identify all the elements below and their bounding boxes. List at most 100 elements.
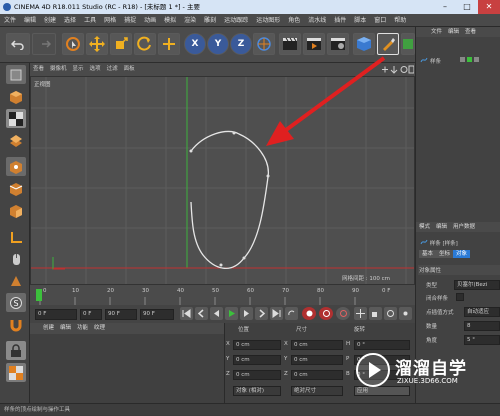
- object-manager-menu: 文件 编辑 查看: [416, 27, 500, 37]
- watermark-title: 溜溜自学: [395, 359, 467, 379]
- tick-60: 60: [247, 288, 254, 294]
- record-icon: [306, 310, 312, 317]
- attr-type-label: 类型: [426, 283, 438, 289]
- parameter-key-button[interactable]: [399, 307, 412, 320]
- material-manager: 创建 编辑 功能 纹理: [30, 323, 225, 403]
- previous-key-button[interactable]: [195, 307, 208, 320]
- spline-icon: [420, 57, 428, 63]
- position-x-field[interactable]: 0 cm: [233, 340, 281, 350]
- transport-controls: 0 F 0 F 90 F 90 F: [30, 305, 415, 323]
- playhead: [36, 289, 42, 301]
- next-frame-icon: [244, 310, 249, 317]
- position-key-button[interactable]: [354, 307, 367, 320]
- next-key-button[interactable]: [255, 307, 268, 320]
- timeline-ruler[interactable]: 0 10 20 30 40 50 60 70 80 90 0 F: [30, 285, 415, 305]
- record-active-objects-button[interactable]: [302, 307, 316, 320]
- attr-number-field[interactable]: 8: [464, 321, 500, 331]
- size-y-field[interactable]: 0 cm: [291, 355, 343, 365]
- rotation-key-button[interactable]: [384, 307, 397, 320]
- size-x-label: X: [284, 341, 288, 347]
- tick-70: 70: [282, 288, 289, 294]
- attr-angle-label: 角度: [426, 338, 438, 344]
- position-z-field[interactable]: 0 cm: [233, 370, 281, 380]
- size-z-field[interactable]: 0 cm: [291, 370, 343, 380]
- attr-menu-userdata[interactable]: 用户数据: [450, 223, 478, 231]
- attr-menu-mode[interactable]: 模式: [416, 223, 433, 231]
- tick-40: 40: [177, 288, 184, 294]
- previous-frame-button[interactable]: [210, 307, 223, 320]
- attributes-object-label: 样条 [样条]: [420, 239, 458, 247]
- object-menu-view[interactable]: 查看: [462, 28, 479, 36]
- attr-tab-basic[interactable]: 基本: [419, 250, 437, 258]
- material-menu-edit[interactable]: 编辑: [57, 324, 74, 332]
- key-selection-button[interactable]: [336, 307, 350, 320]
- rotation-b-label: B: [346, 371, 350, 377]
- autokeying-button[interactable]: [319, 307, 333, 320]
- end-frame-field[interactable]: 90 F: [140, 309, 174, 320]
- loop-icon: [288, 310, 295, 316]
- attr-menu-edit[interactable]: 编辑: [433, 223, 450, 231]
- attr-type-select[interactable]: 贝塞尔(Bezi: [454, 280, 500, 290]
- position-y-field[interactable]: 0 cm: [233, 355, 281, 365]
- play-button[interactable]: [225, 307, 238, 320]
- tick-10: 10: [72, 288, 79, 294]
- spline-attr-icon: [420, 239, 428, 245]
- attributes-tabs: 基本 坐标 对象: [419, 249, 471, 258]
- object-menu-file[interactable]: 文件: [428, 28, 445, 36]
- scale-key-icon: [372, 312, 377, 317]
- tick-30: 30: [142, 288, 149, 294]
- preview-max-field[interactable]: 90 F: [105, 309, 137, 320]
- size-mode-select[interactable]: 绝对尺寸: [291, 386, 343, 396]
- autokey-icon: [322, 310, 330, 317]
- coordinate-mode-select[interactable]: 对象 (相对): [233, 386, 281, 396]
- next-frame-button[interactable]: [240, 307, 253, 320]
- scale-key-button[interactable]: [369, 307, 382, 320]
- attributes-menu: 模式 编辑 用户数据: [416, 222, 500, 232]
- coord-header-size: 尺寸: [296, 327, 308, 333]
- coord-z-label: Z: [226, 371, 230, 377]
- go-to-start-button[interactable]: [180, 307, 193, 320]
- watermark-url: ZIXUE.3D66.COM: [397, 377, 458, 385]
- tick-0: 0: [43, 288, 47, 294]
- coord-x-label: X: [226, 341, 230, 347]
- parameter-key-icon: [403, 311, 408, 316]
- tick-90: 90: [352, 288, 359, 294]
- play-icon: [229, 310, 235, 317]
- coord-y-label: Y: [226, 356, 230, 362]
- preview-min-field[interactable]: 0 F: [80, 309, 102, 320]
- previous-frame-icon: [214, 310, 219, 317]
- attr-tab-object[interactable]: 对象: [453, 250, 471, 258]
- go-to-end-icon: [272, 309, 281, 318]
- tick-20: 20: [107, 288, 114, 294]
- object-list-item[interactable]: 样条: [418, 55, 500, 65]
- material-menu-texture[interactable]: 纹理: [91, 324, 108, 332]
- watermark: 溜溜自学 ZIXUE.3D66.COM: [355, 350, 497, 400]
- object-name: 样条: [430, 59, 442, 65]
- attr-interpolation-select[interactable]: 自动适应: [464, 307, 500, 317]
- attr-close-spline-label: 闭合样条: [426, 296, 449, 302]
- attr-angle-field[interactable]: 5 °: [464, 335, 500, 345]
- material-menu-function[interactable]: 功能: [74, 324, 91, 332]
- loop-button[interactable]: [285, 307, 298, 320]
- attr-interpolation-label: 点插值方式: [426, 310, 454, 316]
- size-z-label: Z: [284, 371, 288, 377]
- start-frame-field[interactable]: 0 F: [35, 309, 77, 320]
- current-frame: 0 F: [382, 288, 391, 294]
- close-spline-checkbox[interactable]: [456, 293, 464, 301]
- previous-key-icon: [197, 309, 204, 318]
- rotation-h-field[interactable]: 0 °: [354, 340, 410, 350]
- status-bar: 样条的顶点绘制与操作工具: [0, 403, 500, 415]
- key-selection-icon: [339, 310, 347, 317]
- object-menu-edit[interactable]: 编辑: [445, 28, 462, 36]
- next-key-icon: [259, 309, 266, 318]
- tick-50: 50: [212, 288, 219, 294]
- attr-tab-coord[interactable]: 坐标: [436, 250, 454, 258]
- coord-header-position: 位置: [238, 327, 250, 333]
- watermark-logo-icon: [356, 353, 390, 387]
- rotation-h-label: H: [346, 341, 351, 347]
- size-x-field[interactable]: 0 cm: [291, 340, 343, 350]
- material-menu-create[interactable]: 创建: [40, 324, 57, 332]
- go-to-start-icon: [182, 309, 191, 318]
- object-flags-icon: [460, 57, 479, 62]
- go-to-end-button[interactable]: [270, 307, 283, 320]
